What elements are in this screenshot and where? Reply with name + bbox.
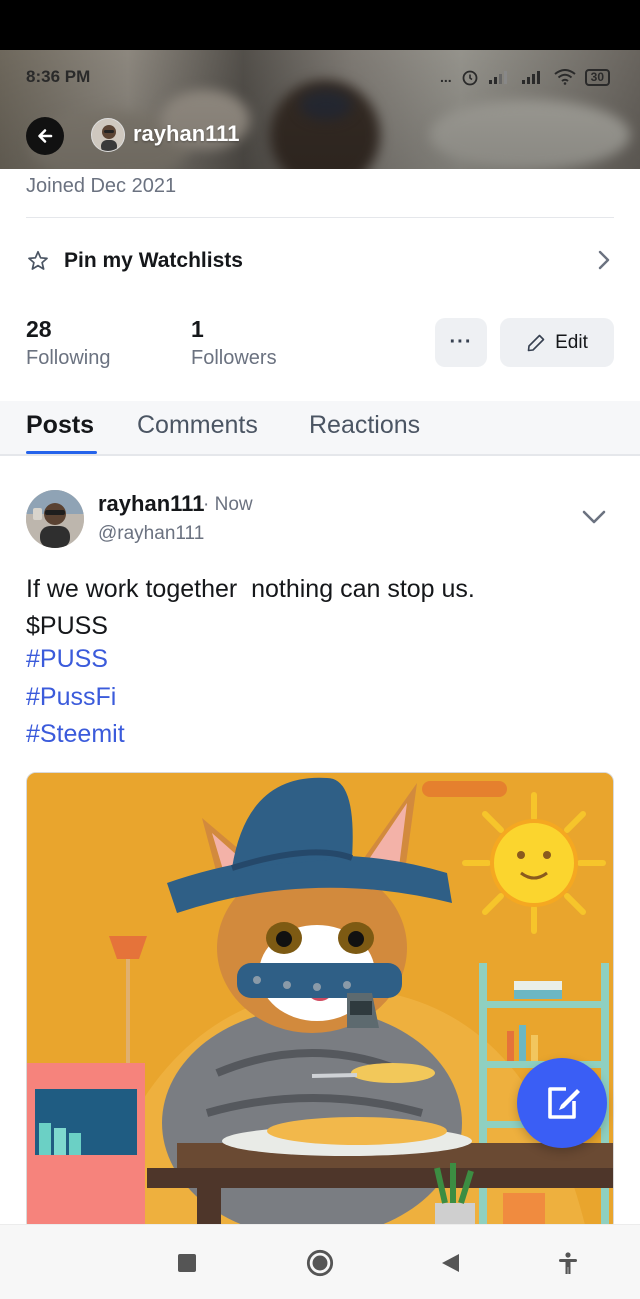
divider <box>26 217 614 218</box>
edit-label: Edit <box>555 331 588 353</box>
tab-reactions[interactable]: Reactions <box>309 411 420 440</box>
post-text-line-2: $PUSS <box>26 612 108 640</box>
joined-date: Joined Dec 2021 <box>26 175 177 197</box>
status-icons: ... 30 <box>440 68 610 86</box>
post-time: · Now <box>203 494 253 515</box>
sun-icon <box>462 792 606 934</box>
home-button[interactable] <box>306 1249 334 1277</box>
tab-comments[interactable]: Comments <box>137 411 258 440</box>
back-triangle-icon <box>442 1254 459 1272</box>
following-stat[interactable]: 28 Following <box>26 316 110 370</box>
pin-watchlists-row[interactable]: Pin my Watchlists <box>26 240 614 282</box>
home-circle-icon <box>306 1249 334 1277</box>
recents-button[interactable] <box>173 1249 201 1277</box>
more-dots: ... <box>439 69 452 85</box>
compose-post-button[interactable] <box>517 1058 607 1148</box>
profile-tabs: Posts Comments Reactions <box>0 401 640 456</box>
pencil-icon <box>527 334 545 351</box>
tab-posts[interactable]: Posts <box>26 411 94 440</box>
bookshelf-left <box>27 1063 145 1231</box>
signal-icon <box>488 71 507 84</box>
status-time: 8:36 PM <box>26 67 91 86</box>
post-author-name[interactable]: rayhan111 <box>98 491 204 517</box>
followers-count: 1 <box>191 316 204 342</box>
accessibility-button[interactable] <box>554 1249 582 1277</box>
system-navigation-bar <box>0 1224 640 1299</box>
compose-icon <box>548 1087 580 1119</box>
pin-watchlists-label: Pin my Watchlists <box>64 249 243 272</box>
status-bar: 8:36 PM ... 30 <box>26 66 610 88</box>
following-count: 28 <box>26 316 52 342</box>
chevron-down-icon[interactable] <box>580 505 608 529</box>
active-tab-indicator <box>26 451 97 454</box>
back-button[interactable] <box>26 117 64 155</box>
chevron-right-icon <box>598 250 610 270</box>
hashtag-link[interactable]: #PUSS <box>26 645 108 674</box>
top-black-band <box>0 0 640 50</box>
post-author-handle: @rayhan111 <box>98 523 205 544</box>
more-options-label: ··· <box>449 331 473 353</box>
recents-square-icon <box>178 1254 196 1272</box>
wifi-icon <box>554 69 576 85</box>
back-arrow-icon <box>38 129 53 143</box>
more-options-button[interactable]: ··· <box>435 318 487 367</box>
header-avatar[interactable] <box>91 118 125 152</box>
post-text: If we work together nothing can stop us.… <box>26 571 475 645</box>
back-nav-button[interactable] <box>436 1249 464 1277</box>
followers-label: Followers <box>191 347 277 369</box>
hashtag-link[interactable]: #Steemit <box>26 720 125 749</box>
accessibility-icon <box>559 1252 577 1274</box>
post-image[interactable] <box>26 772 614 1232</box>
battery-indicator: 30 <box>584 68 610 86</box>
header-username: rayhan111 <box>133 121 240 146</box>
star-icon <box>28 250 48 270</box>
alarm-icon <box>462 70 478 86</box>
post-author-avatar[interactable] <box>26 490 84 548</box>
hashtag-link[interactable]: #PussFi <box>26 683 116 712</box>
following-label: Following <box>26 347 111 369</box>
followers-stat[interactable]: 1 Followers <box>191 316 277 370</box>
cat-illustration <box>27 773 613 1231</box>
post-text-line-1: If we work together nothing can stop us. <box>26 575 475 603</box>
edit-profile-button[interactable]: Edit <box>500 318 614 367</box>
signal-icon-2 <box>521 71 540 84</box>
